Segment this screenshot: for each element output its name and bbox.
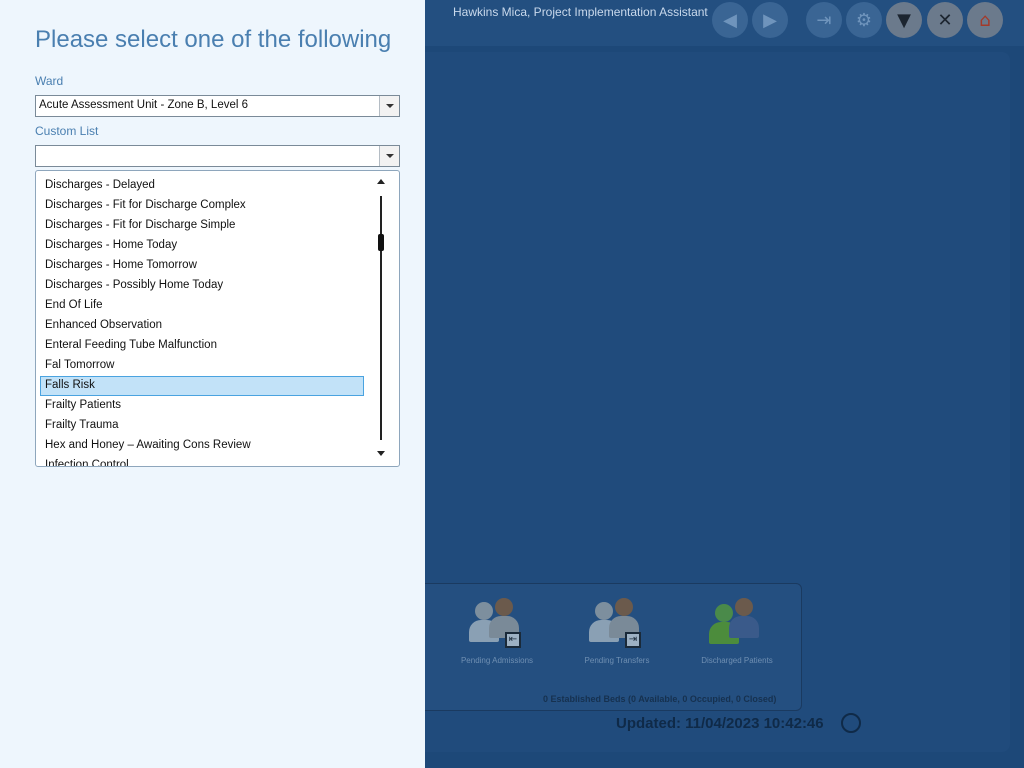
chevron-down-icon — [385, 154, 394, 158]
close-icon: ✕ — [937, 9, 953, 31]
tile-pending-transfers[interactable]: ⇥ Pending Transfers — [571, 598, 663, 665]
custom-list-dropdown: Discharges - Delayed Discharges - Fit fo… — [35, 170, 400, 467]
tile-label: Pending Transfers — [584, 656, 650, 665]
settings-icon: ⚙ — [855, 9, 873, 31]
options-list: Discharges - Delayed Discharges - Fit fo… — [36, 176, 376, 466]
back-icon: ◀ — [723, 9, 737, 31]
list-item[interactable]: Enteral Feeding Tube Malfunction — [40, 336, 364, 356]
list-item[interactable]: Discharges - Fit for Discharge Complex — [40, 196, 364, 216]
people-icon: ⇥ — [587, 598, 647, 650]
home-icon: ⌂ — [979, 9, 991, 31]
chevron-down-icon — [385, 104, 394, 108]
scroll-down-icon[interactable] — [377, 451, 385, 456]
filter-button[interactable]: ▼ — [886, 2, 922, 38]
flyout-title: Please select one of the following — [35, 26, 392, 53]
forward-button[interactable]: ▶ — [752, 2, 788, 38]
selection-flyout: Please select one of the following Ward … — [0, 0, 425, 768]
list-item[interactable]: End Of Life — [40, 296, 364, 316]
refresh-icon[interactable] — [841, 713, 861, 733]
custom-list-combobox[interactable] — [35, 145, 400, 167]
list-item[interactable]: Discharges - Home Today — [40, 236, 364, 256]
scroll-up-icon[interactable] — [377, 179, 385, 184]
beds-summary: 0 Established Beds (0 Available, 0 Occup… — [543, 694, 777, 704]
updated-timestamp: Updated: 11/04/2023 10:42:46 — [616, 715, 824, 732]
list-item-selected[interactable]: Falls Risk — [40, 376, 364, 396]
ward-combobox[interactable]: Acute Assessment Unit - Zone B, Level 6 — [35, 95, 400, 117]
bed-status-box: ⇤ Pending Admissions ⇥ Pending Transfers… — [414, 583, 802, 711]
ward-value: Acute Assessment Unit - Zone B, Level 6 — [39, 99, 249, 111]
list-item[interactable]: Discharges - Fit for Discharge Simple — [40, 216, 364, 236]
tile-label: Discharged Patients — [701, 656, 773, 665]
list-item[interactable]: Fal Tomorrow — [40, 356, 364, 376]
tile-discharged-patients[interactable]: Discharged Patients — [691, 598, 783, 665]
tile-pending-admissions[interactable]: ⇤ Pending Admissions — [451, 598, 543, 665]
list-item[interactable]: Discharges - Delayed — [40, 176, 364, 196]
ward-dropdown-button[interactable] — [379, 96, 399, 116]
back-button[interactable]: ◀ — [712, 2, 748, 38]
tile-label: Pending Admissions — [460, 656, 534, 665]
list-item[interactable]: Infection Control — [40, 456, 364, 466]
home-button[interactable]: ⌂ — [967, 2, 1003, 38]
list-item[interactable]: Frailty Patients — [40, 396, 364, 416]
exit-icon: ⇥ — [816, 9, 832, 31]
list-item[interactable]: Frailty Trauma — [40, 416, 364, 436]
settings-button[interactable]: ⚙ — [846, 2, 882, 38]
people-icon: ⇤ — [467, 598, 527, 650]
filter-icon: ▼ — [897, 9, 911, 31]
user-name: Hawkins Mica, Project Implementation Ass… — [453, 5, 708, 19]
forward-icon: ▶ — [763, 9, 777, 31]
custom-list-dropdown-button[interactable] — [379, 146, 399, 166]
list-item[interactable]: Discharges - Home Tomorrow — [40, 256, 364, 276]
list-item[interactable]: Hex and Honey – Awaiting Cons Review — [40, 436, 364, 456]
close-button[interactable]: ✕ — [927, 2, 963, 38]
ward-label: Ward — [35, 74, 64, 88]
list-item[interactable]: Enhanced Observation — [40, 316, 364, 336]
scrollbar-thumb[interactable] — [378, 234, 384, 251]
list-item[interactable]: Discharges - Possibly Home Today — [40, 276, 364, 296]
scrollbar-track[interactable] — [380, 196, 382, 440]
custom-list-label: Custom List — [35, 124, 99, 138]
people-icon — [707, 598, 767, 650]
exit-button[interactable]: ⇥ — [806, 2, 842, 38]
